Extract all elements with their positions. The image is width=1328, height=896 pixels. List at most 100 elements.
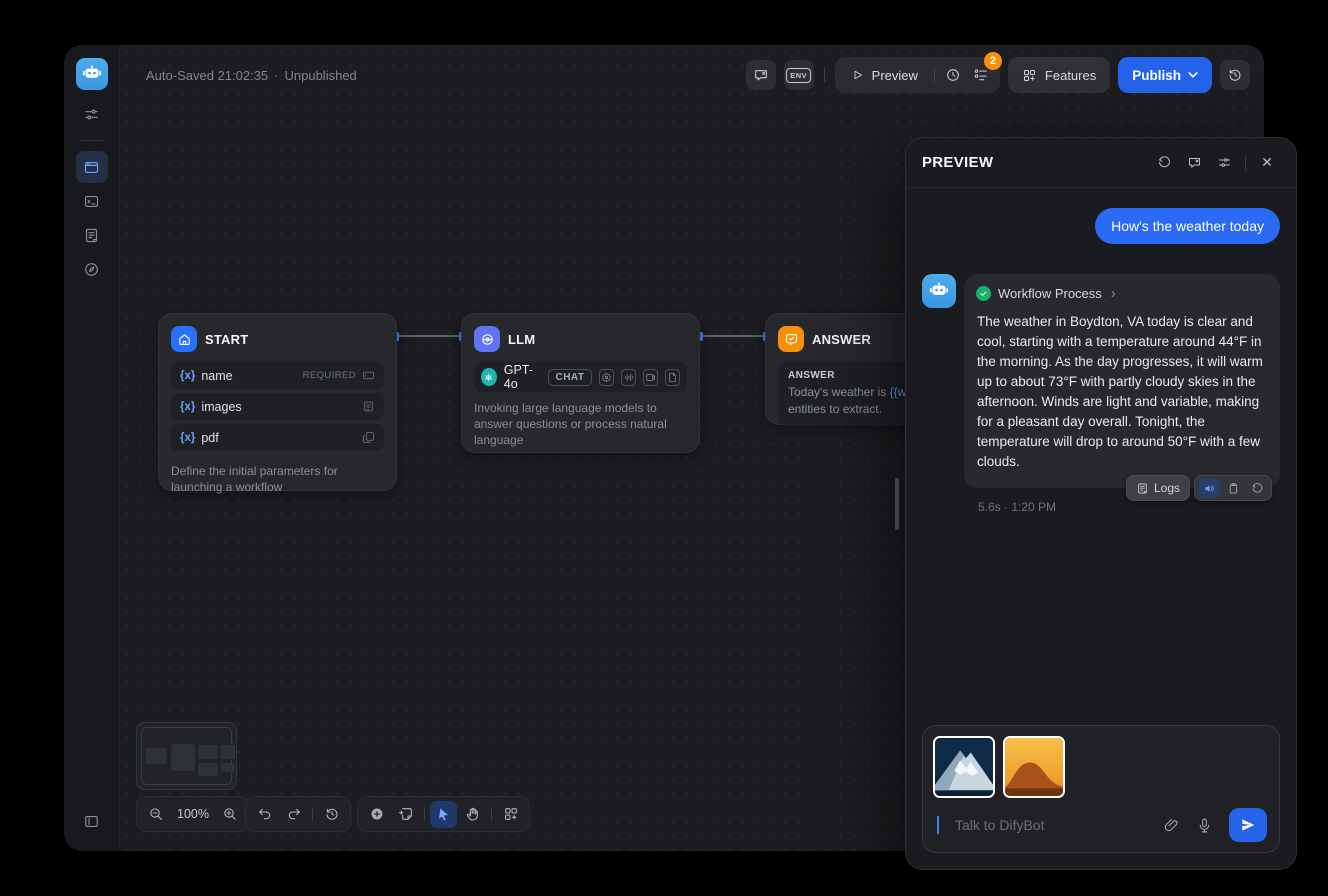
- publish-status: Unpublished: [285, 68, 357, 83]
- microphone-icon: [1196, 817, 1213, 834]
- preview-panel: PREVIEW ✕ How's the weather today: [905, 137, 1297, 870]
- text-caret: [937, 816, 939, 834]
- change-history-button[interactable]: [318, 801, 345, 828]
- canvas-tools: [357, 796, 530, 832]
- restart-conversation-button[interactable]: [1151, 150, 1177, 176]
- message-meta: 5.6s · 1:20 PM: [978, 500, 1280, 514]
- zoom-in-button[interactable]: [217, 801, 244, 828]
- start-field-name[interactable]: {x} name REQUIRED: [171, 362, 384, 389]
- divider: [1245, 156, 1246, 170]
- zoom-level[interactable]: 100%: [171, 807, 215, 821]
- scrollbar-handle[interactable]: [895, 478, 899, 530]
- features-icon: [1022, 68, 1037, 83]
- node-llm[interactable]: LLM GPT-4o CHAT: [461, 313, 700, 453]
- add-node-button[interactable]: [363, 801, 390, 828]
- divider: [312, 807, 313, 821]
- organize-layout-button[interactable]: [497, 801, 524, 828]
- autosave-status: Auto-Saved 21:02:35 · Unpublished: [146, 68, 357, 83]
- sidebar-item-terminal[interactable]: [76, 185, 108, 217]
- copy-icon: [1227, 482, 1240, 495]
- minimap-node: [221, 763, 235, 772]
- copy-button[interactable]: [1222, 478, 1244, 498]
- preview-group: Preview 2: [835, 57, 1000, 93]
- attachment-button[interactable]: [1163, 817, 1180, 834]
- pointer-tool-button[interactable]: [430, 801, 457, 828]
- collapse-sidebar-icon[interactable]: [76, 805, 108, 837]
- node-description: Invoking large language models to answer…: [462, 392, 699, 460]
- edge-start-llm: [397, 335, 461, 337]
- sidebar-item-monitoring[interactable]: [76, 253, 108, 285]
- node-title: START: [205, 332, 248, 347]
- paragraph-icon: [362, 400, 375, 413]
- document-capability-icon: [665, 369, 680, 386]
- variable-icon: {x}: [180, 401, 195, 413]
- llm-icon: [474, 326, 500, 352]
- logs-icon: [1136, 482, 1149, 495]
- send-button[interactable]: [1229, 808, 1267, 842]
- file-icon: [362, 431, 375, 444]
- answer-icon: [778, 326, 804, 352]
- minimap-node: [198, 745, 218, 759]
- chat-area: How's the weather today Workflow Process…: [906, 188, 1296, 869]
- zoom-controls: 100%: [136, 796, 250, 832]
- conversation-settings-button[interactable]: [1211, 150, 1237, 176]
- image-thumbnail-mountain-blue[interactable]: [933, 736, 995, 798]
- openai-icon: [481, 368, 497, 386]
- topbar: Auto-Saved 21:02:35 · Unpublished ENV Pr…: [120, 45, 1264, 105]
- start-field-pdf[interactable]: {x} pdf: [171, 424, 384, 451]
- chat-input[interactable]: [955, 817, 1147, 833]
- bot-message-card: Workflow Process › The weather in Boydto…: [964, 274, 1280, 488]
- undo-button[interactable]: [251, 801, 278, 828]
- clear-chat-button[interactable]: [1181, 150, 1207, 176]
- minimap[interactable]: [136, 722, 237, 790]
- user-message: How's the weather today: [1095, 208, 1280, 244]
- llm-model-selector[interactable]: GPT-4o CHAT: [474, 362, 687, 392]
- hand-tool-button[interactable]: [459, 801, 486, 828]
- start-field-images[interactable]: {x} images: [171, 393, 384, 420]
- variable-icon: {x}: [180, 370, 195, 382]
- env-variables-button[interactable]: ENV: [784, 60, 814, 90]
- speaker-icon: [1203, 482, 1216, 495]
- node-description: Define the initial parameters for launch…: [159, 455, 396, 507]
- chat-mode-badge: CHAT: [548, 369, 591, 386]
- audio-capability-icon: [621, 369, 636, 386]
- node-title: LLM: [508, 332, 535, 347]
- required-tag: REQUIRED: [303, 370, 356, 381]
- checklist-button[interactable]: 2: [967, 61, 995, 89]
- vision-capability-icon: [599, 369, 614, 386]
- minimap-node: [171, 744, 195, 771]
- minimap-node: [221, 745, 235, 759]
- app-robot-icon[interactable]: [76, 58, 108, 90]
- redo-button[interactable]: [280, 801, 307, 828]
- speaker-button[interactable]: [1198, 478, 1220, 498]
- add-note-button[interactable]: [392, 801, 419, 828]
- history-controls: [245, 796, 351, 832]
- sidebar-item-orchestrate[interactable]: [76, 151, 108, 183]
- zoom-out-button[interactable]: [142, 801, 169, 828]
- message-actions: Logs: [1126, 475, 1272, 501]
- workflow-settings-icon[interactable]: [76, 98, 108, 130]
- node-start[interactable]: START {x} name REQUIRED {x} images {x}: [158, 313, 397, 491]
- divider: [491, 807, 492, 821]
- preview-header: PREVIEW ✕: [906, 138, 1296, 188]
- model-name: GPT-4o: [504, 363, 542, 391]
- workflow-process-toggle[interactable]: Workflow Process ›: [964, 274, 1280, 307]
- regenerate-button[interactable]: [1246, 478, 1268, 498]
- chat-clear-button[interactable]: [746, 60, 776, 90]
- logs-button[interactable]: Logs: [1126, 475, 1190, 501]
- bot-avatar: [922, 274, 956, 308]
- sidebar-item-logs[interactable]: [76, 219, 108, 251]
- run-history-button[interactable]: [939, 61, 967, 89]
- close-icon[interactable]: ✕: [1254, 150, 1280, 176]
- features-button[interactable]: Features: [1008, 57, 1110, 93]
- voice-input-button[interactable]: [1196, 817, 1213, 834]
- template-variable: {{w: [890, 385, 907, 399]
- version-history-button[interactable]: [1220, 60, 1250, 90]
- preview-button[interactable]: Preview: [840, 68, 930, 83]
- image-thumbnail-mountain-sunset[interactable]: [1003, 736, 1065, 798]
- publish-button[interactable]: Publish: [1118, 57, 1212, 93]
- video-capability-icon: [643, 369, 658, 386]
- minimap-node: [146, 748, 167, 764]
- node-llm-header: LLM: [462, 314, 699, 362]
- bot-answer-text: The weather in Boydton, VA today is clea…: [964, 307, 1280, 488]
